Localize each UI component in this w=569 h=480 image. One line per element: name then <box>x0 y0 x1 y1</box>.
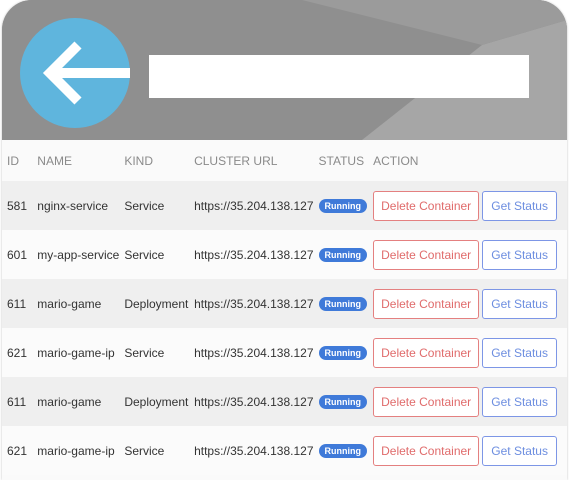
cell-status: Running <box>313 181 369 230</box>
cell-action: Delete Container Get Status <box>368 230 567 279</box>
status-badge: Running <box>318 248 368 262</box>
cell-kind: Service <box>119 426 190 475</box>
delete-container-button[interactable]: Delete Container <box>373 337 480 368</box>
get-status-button[interactable]: Get Status <box>482 337 558 368</box>
status-badge: Running <box>318 199 368 213</box>
cell-cluster-url: https://35.204.138.127 <box>189 181 314 230</box>
cell-name: mario-game <box>32 377 120 426</box>
delete-container-button[interactable]: Delete Container <box>373 239 480 270</box>
delete-container-button[interactable]: Delete Container <box>373 190 480 221</box>
get-status-button[interactable]: Get Status <box>482 239 558 270</box>
cell-id: 611 <box>2 279 33 328</box>
cell-kind: Service <box>119 328 190 377</box>
cell-cluster-url: https://35.204.138.127 <box>189 426 314 475</box>
cell-status: Running <box>313 230 369 279</box>
column-header-action: ACTION <box>368 140 567 181</box>
cell-action: Delete Container Get Status <box>368 328 567 377</box>
header <box>2 0 567 140</box>
table-row: 621 mario-game-ip Service https://35.204… <box>2 426 567 475</box>
get-status-button[interactable]: Get Status <box>482 435 558 466</box>
cell-name: mario-game-ip <box>32 328 120 377</box>
cell-name: my-app-service <box>32 230 120 279</box>
containers-table: ID NAME KIND CLUSTER URL STATUS ACTION 5… <box>2 140 567 475</box>
cell-kind: Service <box>119 181 190 230</box>
table-row: 621 mario-game-ip Service https://35.204… <box>2 328 567 377</box>
get-status-button[interactable]: Get Status <box>482 190 558 221</box>
delete-container-button[interactable]: Delete Container <box>373 288 480 319</box>
column-header-status: STATUS <box>313 140 369 181</box>
back-button[interactable] <box>20 18 130 128</box>
cell-name: mario-game <box>32 279 120 328</box>
get-status-button[interactable]: Get Status <box>482 386 558 417</box>
status-badge: Running <box>318 297 368 311</box>
title-bar <box>149 55 529 98</box>
cell-action: Delete Container Get Status <box>368 181 567 230</box>
cell-action: Delete Container Get Status <box>368 279 567 328</box>
cell-id: 621 <box>2 426 33 475</box>
cell-name: mario-game-ip <box>32 426 120 475</box>
cell-id: 581 <box>2 181 33 230</box>
cell-name: nginx-service <box>32 181 120 230</box>
cell-id: 621 <box>2 328 33 377</box>
app-frame: ID NAME KIND CLUSTER URL STATUS ACTION 5… <box>2 0 567 480</box>
table-header-row: ID NAME KIND CLUSTER URL STATUS ACTION <box>2 140 567 181</box>
cell-kind: Deployment <box>119 377 190 426</box>
cell-status: Running <box>313 279 369 328</box>
cell-cluster-url: https://35.204.138.127 <box>189 328 314 377</box>
cell-cluster-url: https://35.204.138.127 <box>189 230 314 279</box>
delete-container-button[interactable]: Delete Container <box>373 435 480 466</box>
cell-id: 601 <box>2 230 33 279</box>
table-row: 601 my-app-service Service https://35.20… <box>2 230 567 279</box>
status-badge: Running <box>318 395 368 409</box>
cell-kind: Service <box>119 230 190 279</box>
cell-status: Running <box>313 328 369 377</box>
table-row: 581 nginx-service Service https://35.204… <box>2 181 567 230</box>
cell-cluster-url: https://35.204.138.127 <box>189 377 314 426</box>
cell-status: Running <box>313 426 369 475</box>
column-header-id: ID <box>2 140 33 181</box>
column-header-cluster-url: CLUSTER URL <box>189 140 314 181</box>
table-row: 611 mario-game Deployment https://35.204… <box>2 377 567 426</box>
arrow-left-icon <box>42 41 130 105</box>
cell-action: Delete Container Get Status <box>368 377 567 426</box>
cell-status: Running <box>313 377 369 426</box>
table-row: 611 mario-game Deployment https://35.204… <box>2 279 567 328</box>
status-badge: Running <box>318 444 368 458</box>
cell-action: Delete Container Get Status <box>368 426 567 475</box>
get-status-button[interactable]: Get Status <box>482 288 558 319</box>
cell-cluster-url: https://35.204.138.127 <box>189 279 314 328</box>
column-header-name: NAME <box>32 140 120 181</box>
cell-id: 611 <box>2 377 33 426</box>
cell-kind: Deployment <box>119 279 190 328</box>
delete-container-button[interactable]: Delete Container <box>373 386 480 417</box>
column-header-kind: KIND <box>119 140 190 181</box>
status-badge: Running <box>318 346 368 360</box>
